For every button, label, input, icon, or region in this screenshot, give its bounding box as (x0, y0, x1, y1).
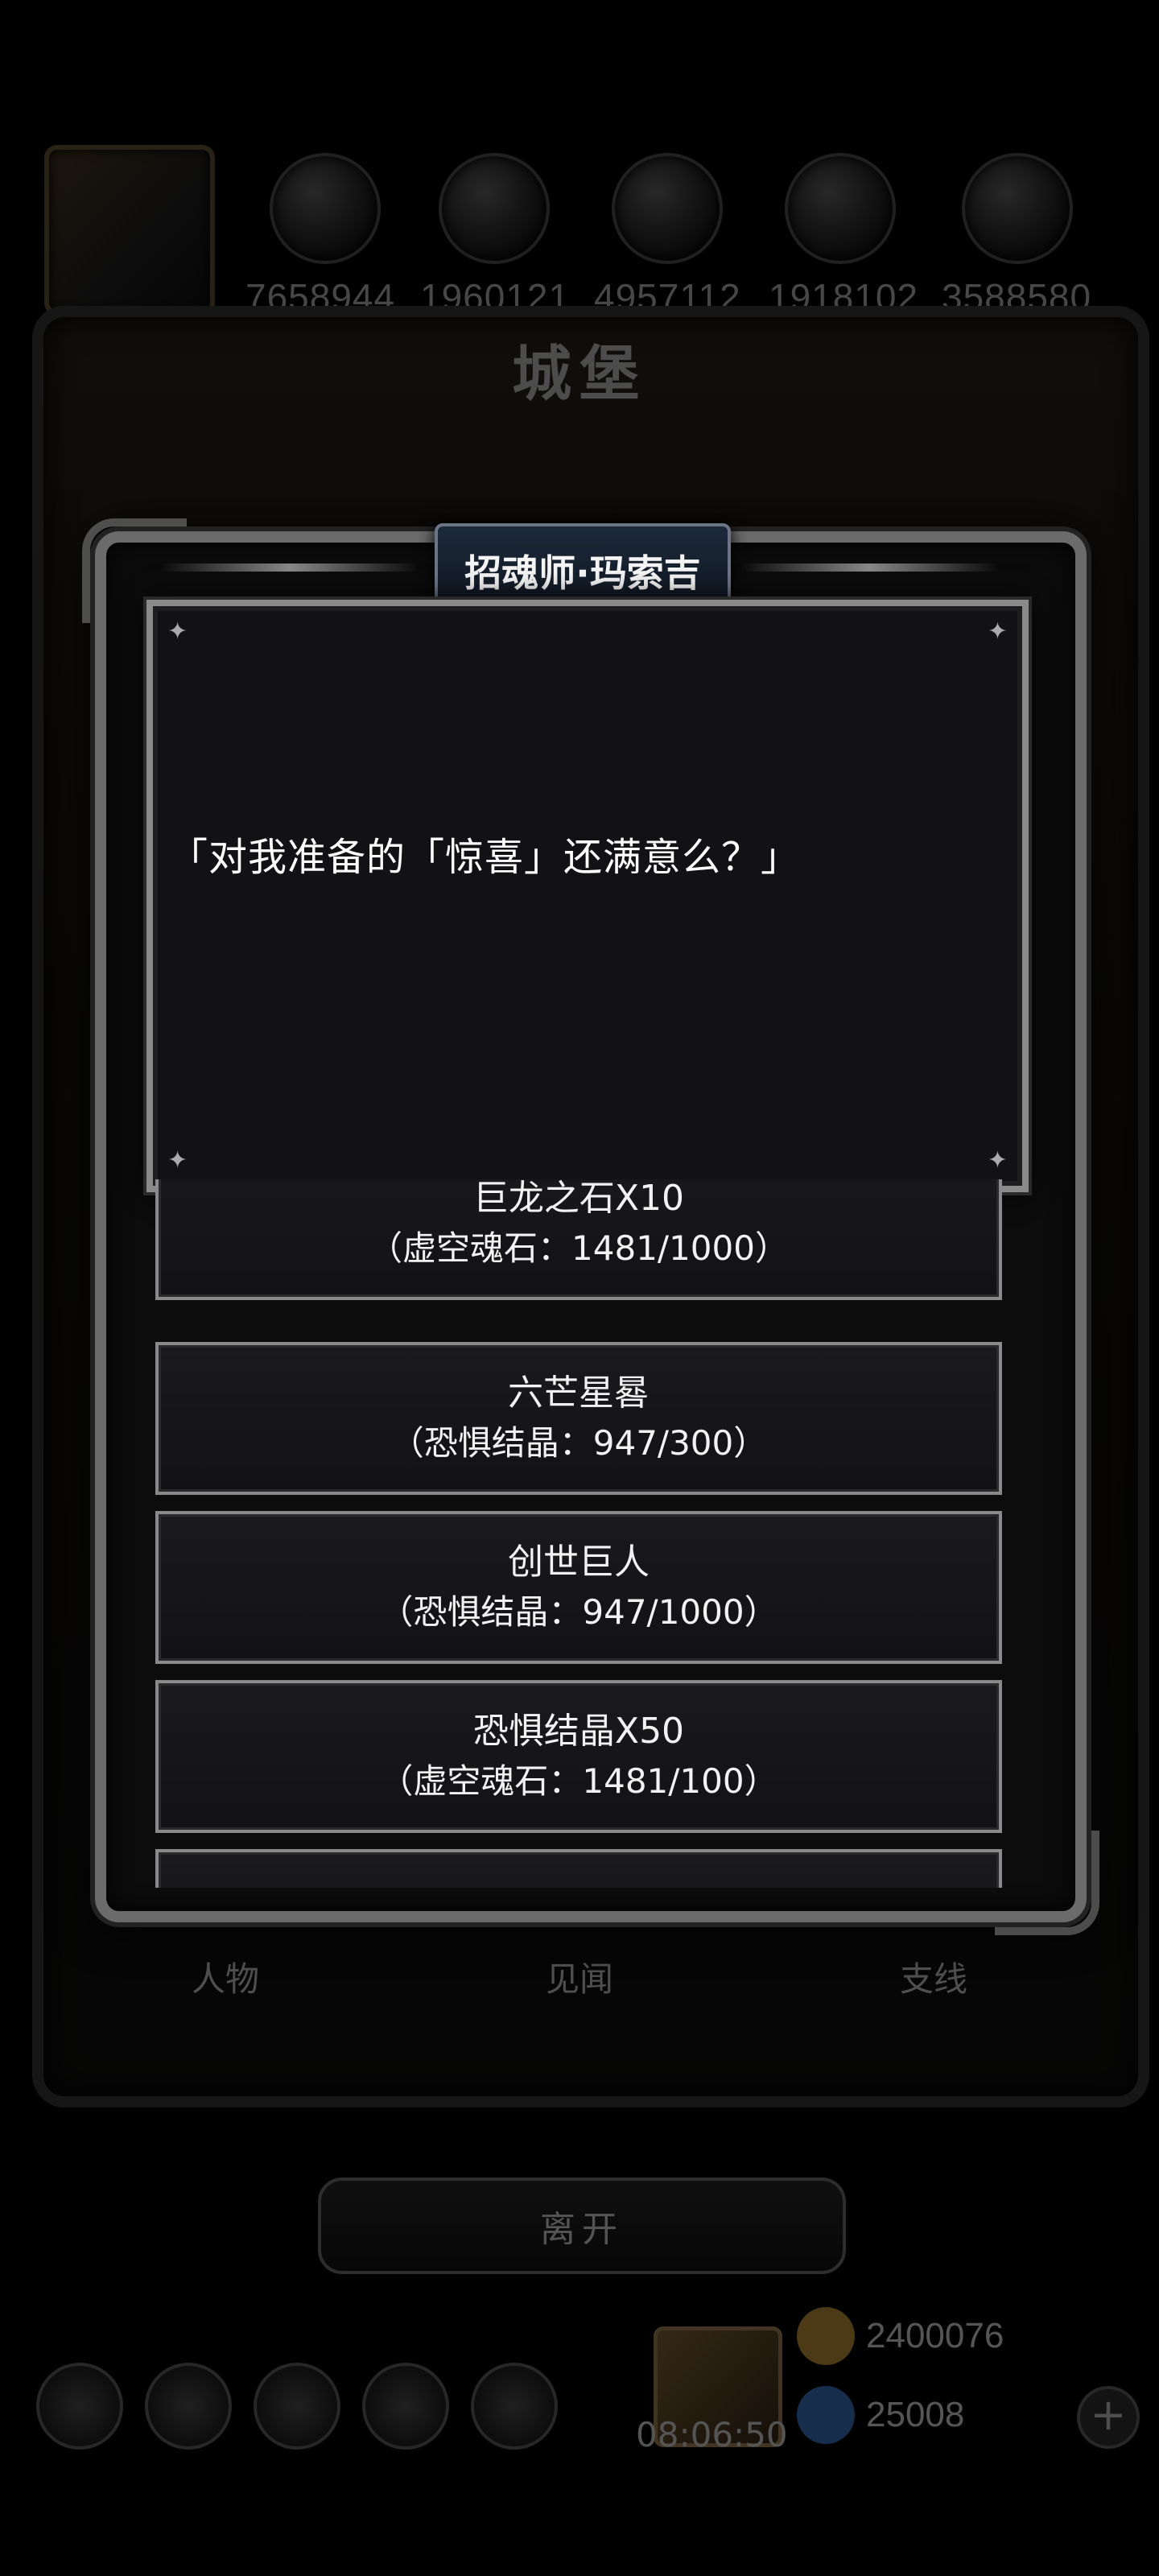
option-cost: （恐惧结晶：947/300） (390, 1423, 768, 1463)
reward-option[interactable]: 六芒星晷 （恐惧结晶：947/300） (155, 1342, 1002, 1495)
add-currency-button[interactable]: + (1077, 2386, 1140, 2449)
reward-option-partial[interactable] (155, 1849, 1002, 1888)
npc-dialog-text: 「对我准备的「惊喜」还满意么？」 (169, 835, 801, 880)
gold-value: 2400076 (866, 2316, 1004, 2355)
gold-coin-icon (797, 2307, 855, 2365)
tab-side-quest[interactable]: 支线 (900, 1952, 967, 2001)
castle-tabs: 人物 见闻 支线 (48, 1928, 1111, 2025)
option-name: 恐惧结晶X50 (472, 1711, 685, 1752)
resource-icon-5 (962, 153, 1073, 264)
tab-news[interactable]: 见闻 (546, 1952, 613, 2001)
resource-icon-2 (439, 153, 550, 264)
gold-currency: 2400076 (797, 2304, 1135, 2368)
corner-star-icon: ✦ (987, 1146, 1008, 1174)
corner-star-icon: ✦ (167, 1146, 188, 1174)
nav-icon-2[interactable] (145, 2363, 232, 2450)
nav-icon-3[interactable] (254, 2363, 340, 2450)
resource-icon-1 (270, 153, 381, 264)
castle-title: 城堡 (512, 340, 647, 409)
banner-ornament-right (740, 564, 998, 572)
option-name: 六芒星晷 (508, 1373, 650, 1414)
nav-icon-4[interactable] (362, 2363, 449, 2450)
corner-star-icon: ✦ (167, 617, 188, 646)
option-cost: （虚空魂石：1481/100） (379, 1761, 778, 1801)
option-cost: （恐惧结晶：947/1000） (379, 1592, 778, 1632)
option-name: 巨龙之石X10 (472, 1179, 685, 1219)
reward-option[interactable]: 创世巨人 （恐惧结晶：947/1000） (155, 1511, 1002, 1664)
reward-option[interactable]: 巨龙之石X10 （虚空魂石：1481/1000） (155, 1179, 1002, 1300)
tab-characters[interactable]: 人物 (192, 1952, 259, 2001)
blue-gem-icon (797, 2386, 855, 2444)
leave-button[interactable]: 离开 (318, 2178, 846, 2274)
resource-icon-3 (612, 153, 723, 264)
reward-option-list[interactable]: 巨龙之石X10 （虚空魂石：1481/1000） 六芒星晷 （恐惧结晶：947/… (155, 1179, 1002, 1888)
player-avatar[interactable] (44, 145, 215, 316)
nav-icon-1[interactable] (36, 2363, 123, 2450)
gem-value: 25008 (866, 2395, 965, 2434)
nav-icon-5[interactable] (471, 2363, 558, 2450)
gift-timer: 08:06:50 (636, 2415, 788, 2454)
reward-option[interactable]: 恐惧结晶X50 （虚空魂石：1481/100） (155, 1680, 1002, 1833)
dialog-box: ✦ ✦ ✦ ✦ (146, 600, 1029, 1192)
option-name: 创世巨人 (508, 1542, 650, 1583)
banner-ornament-left (161, 564, 419, 572)
option-cost: （虚空魂石：1481/1000） (369, 1228, 789, 1268)
resource-icon-4 (785, 153, 896, 264)
corner-star-icon: ✦ (987, 617, 1008, 646)
